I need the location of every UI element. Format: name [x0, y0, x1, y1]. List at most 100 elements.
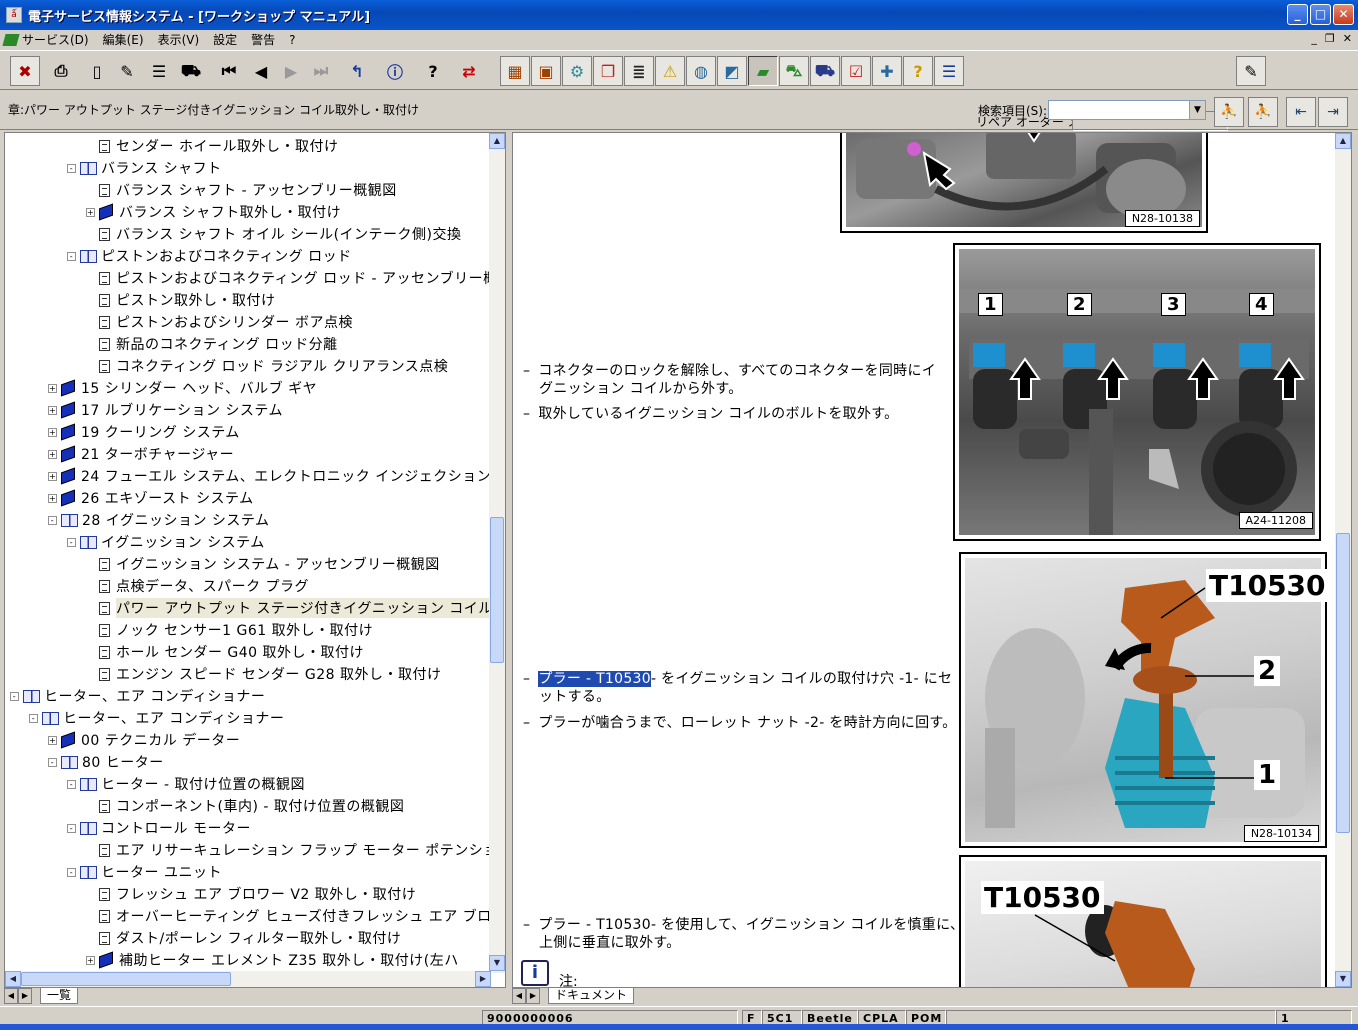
app-icon[interactable]: ǻ [6, 7, 22, 23]
tree-item[interactable]: +00 テクニカル データー [48, 729, 240, 751]
tree-hscroll-thumb[interactable] [21, 972, 231, 986]
print-icon[interactable]: ⎙ [46, 56, 76, 86]
menu-edit[interactable]: 編集(E) [103, 31, 144, 48]
tree-item[interactable]: ピストンおよびコネクティング ロッド - アッセンブリー概観 [86, 267, 491, 289]
tab-list[interactable]: 一覧 [40, 988, 79, 1004]
service-car-icon[interactable]: ⛟ [810, 56, 840, 86]
expand-icon[interactable]: + [48, 471, 57, 481]
module-icon[interactable]: ▦ [500, 56, 530, 86]
package-icon[interactable]: ▣ [531, 56, 561, 86]
tree-item[interactable]: エンジン スピード センダー G28 取外し・取付け [86, 663, 441, 685]
mdi-close-button[interactable]: ✕ [1343, 32, 1352, 45]
tree-item[interactable]: + バランス シャフト取外し・取付け [86, 201, 341, 223]
search-next-icon[interactable]: ⛹ [1248, 97, 1278, 127]
new-document-icon[interactable]: ▯ [82, 56, 112, 86]
expand-icon[interactable]: + [86, 207, 95, 217]
expand-icon[interactable]: + [86, 955, 95, 965]
collapse-icon[interactable]: - [67, 779, 76, 789]
menu-settings[interactable]: 設定 [213, 31, 237, 48]
tree-item[interactable]: - ヒーター - 取付け位置の概観図 [67, 773, 305, 795]
tree-item[interactable]: バランス シャフト - アッセンブリー概観図 [86, 179, 397, 201]
search-prev-icon[interactable]: ⛹ [1214, 97, 1244, 127]
collapse-icon[interactable]: - [29, 713, 38, 723]
workshop-manual-icon[interactable]: ▰ [748, 56, 778, 86]
tree-item[interactable]: +17 ルブリケーション システム [48, 399, 283, 421]
document-list-icon[interactable]: ☰ [144, 56, 174, 86]
collapse-icon[interactable]: - [67, 163, 76, 173]
next-page-icon[interactable]: ▶ [276, 56, 306, 86]
collapse-left-icon[interactable]: ⇤ [1286, 97, 1316, 127]
tree-item[interactable]: - ヒーター、エア コンディショナー [29, 707, 284, 729]
tree-item[interactable]: コンポーネント(車内) - 取付け位置の概観図 [86, 795, 404, 817]
scroll-down-icon[interactable]: ▼ [489, 955, 505, 971]
collapse-icon[interactable]: - [48, 757, 57, 767]
tree-item[interactable]: - イグニッション システム [67, 531, 265, 553]
tree-item[interactable]: センダー ホイール取外し・取付け [86, 135, 338, 157]
tab-document[interactable]: ドキュメント [548, 988, 635, 1004]
scroll-left-icon[interactable]: ◀ [5, 971, 21, 987]
chevron-down-icon[interactable]: ▼ [1189, 101, 1205, 119]
warning-icon[interactable]: ⚠ [655, 56, 685, 86]
tree-item[interactable]: +15 シリンダー ヘッド、バルブ ギヤ [48, 377, 317, 399]
puller-link[interactable]: プラー - T10530 [538, 671, 651, 687]
expand-right-icon[interactable]: ⇥ [1318, 97, 1348, 127]
globe-icon[interactable]: ◍ [686, 56, 716, 86]
collapse-icon[interactable]: - [67, 823, 76, 833]
close-button[interactable]: ✕ [1333, 4, 1354, 25]
tree-item[interactable]: パワー アウトプット ステージ付きイグニッション コイル取外 [86, 597, 491, 619]
tree-item[interactable]: ダスト/ポーレン フィルター取外し・取付け [86, 927, 401, 949]
list-icon[interactable]: ≣ [624, 56, 654, 86]
tree-item[interactable]: +24 フューエル システム、エレクトロニック インジェクション [48, 465, 491, 487]
collapse-icon[interactable]: - [67, 537, 76, 547]
network-icon[interactable]: ☰ [934, 56, 964, 86]
document-vertical-scrollbar[interactable]: ▲ ▼ [1335, 133, 1351, 987]
scroll-up-icon[interactable]: ▲ [1335, 133, 1351, 149]
tree-item[interactable]: オーバーヒーティング ヒューズ付きフレッシュ エア ブロワ [86, 905, 491, 927]
checklist-icon[interactable]: ☑ [841, 56, 871, 86]
tree-item[interactable]: - ヒーター ユニット [67, 861, 222, 883]
tab-prev-icon[interactable]: ◀ [512, 988, 526, 1004]
tree-item[interactable]: - 28 イグニッション システム [48, 509, 270, 531]
last-page-icon[interactable]: ⏭ [306, 56, 336, 86]
scroll-right-icon[interactable]: ▶ [475, 971, 491, 987]
menu-view[interactable]: 表示(V) [158, 31, 200, 48]
expand-icon[interactable]: + [48, 427, 57, 437]
swap-icon[interactable]: ⇄ [454, 56, 484, 86]
tree-item[interactable]: 点検データ、スパーク プラグ [86, 575, 309, 597]
previous-page-icon[interactable]: ◀ [246, 56, 276, 86]
collapse-icon[interactable]: - [67, 867, 76, 877]
navigation-tree[interactable]: センダー ホイール取外し・取付け - バランス シャフト バランス シャフト - アッ… [5, 133, 491, 973]
tree-item[interactable]: +26 エキゾースト システム [48, 487, 254, 509]
search-select[interactable]: ▼ [1048, 100, 1206, 120]
scroll-up-icon[interactable]: ▲ [489, 133, 505, 149]
tree-item[interactable]: フレッシュ エア ブロワー V2 取外し・取付け [86, 883, 416, 905]
add-document-icon[interactable]: ✚ [872, 56, 902, 86]
tree-item[interactable]: ノック センサー1 G61 取外し・取付け [86, 619, 373, 641]
edit-document-icon[interactable]: ✎ [112, 56, 142, 86]
info-icon[interactable]: ⓘ [380, 56, 410, 86]
tree-item[interactable]: コネクティング ロッド ラジアル クリアランス点検 [86, 355, 448, 377]
help-icon[interactable]: ? [418, 56, 448, 86]
question-document-icon[interactable]: ? [903, 56, 933, 86]
menu-help[interactable]: ? [289, 33, 295, 47]
tree-item[interactable]: - ピストンおよびコネクティング ロッド [67, 245, 352, 267]
collapse-icon[interactable]: - [67, 251, 76, 261]
menu-warning[interactable]: 警告 [251, 31, 275, 48]
expand-icon[interactable]: + [48, 383, 57, 393]
tab-next-icon[interactable]: ▶ [526, 988, 540, 1004]
tree-item[interactable]: + 補助ヒーター エレメント Z35 取外し・取付け(左ハ [86, 949, 459, 971]
diagnosis-icon[interactable]: ◩ [717, 56, 747, 86]
car-icon[interactable]: ⛍ [779, 56, 809, 86]
tab-next-icon[interactable]: ▶ [18, 988, 32, 1004]
menu-service[interactable]: サービス(D) [22, 31, 89, 48]
tree-item[interactable]: ピストン取外し・取付け [86, 289, 276, 311]
collapse-icon[interactable]: - [48, 515, 57, 525]
expand-icon[interactable]: + [48, 405, 57, 415]
tree-item[interactable]: 新品のコネクティング ロッド分離 [86, 333, 338, 355]
mdi-minimize-button[interactable]: _ [1311, 32, 1317, 45]
tree-scroll-thumb[interactable] [490, 517, 504, 663]
component-icon[interactable]: ⚙ [562, 56, 592, 86]
tree-horizontal-scrollbar[interactable]: ◀ ▶ [5, 971, 491, 987]
tree-item[interactable]: - 80 ヒーター [48, 751, 164, 773]
expand-icon[interactable]: + [48, 493, 57, 503]
